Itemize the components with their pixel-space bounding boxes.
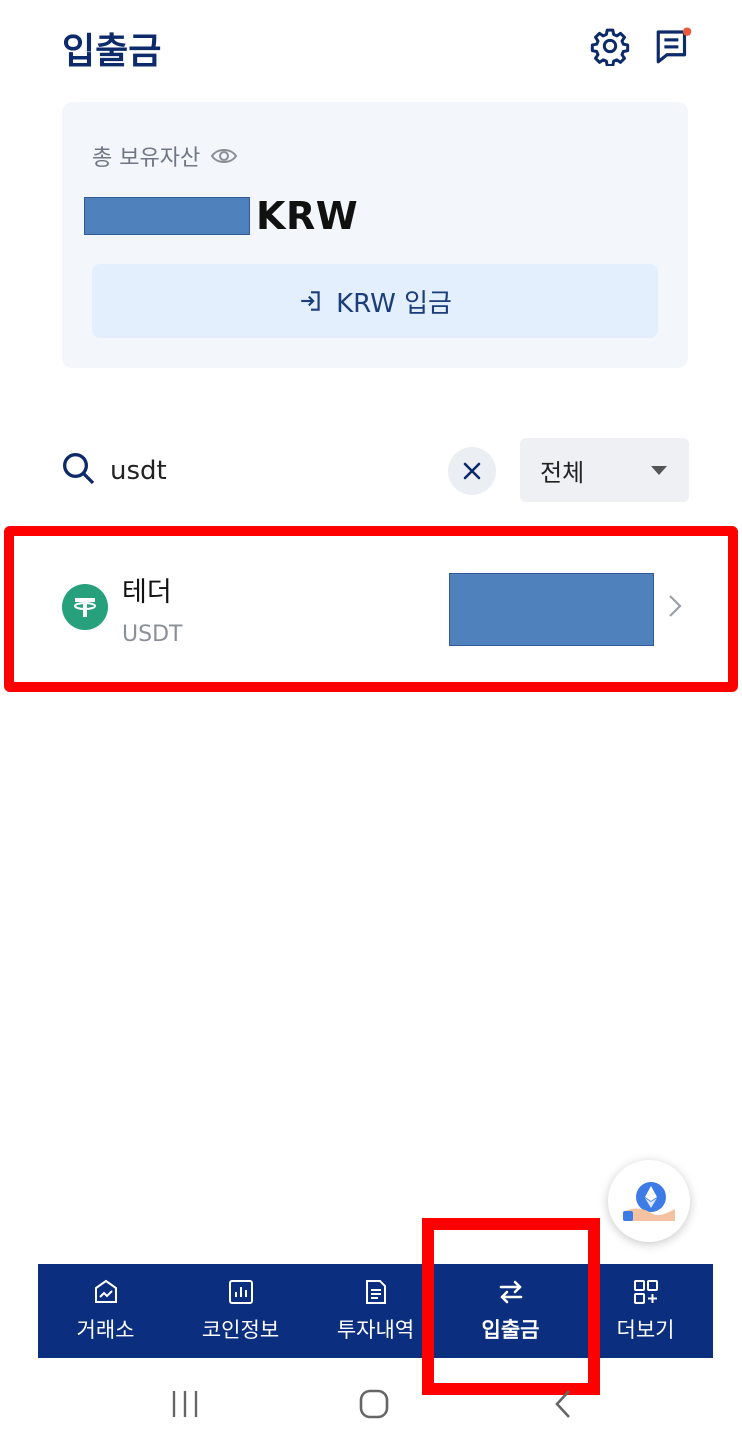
nav-label-coin-info: 코인정보 (201, 1318, 280, 1342)
transfer-arrows-icon (499, 1280, 522, 1304)
bar-chart-icon (228, 1280, 253, 1304)
clear-search-button[interactable] (448, 447, 496, 495)
gear-icon (590, 28, 630, 66)
redacted-balance (449, 573, 654, 646)
tether-logo-icon (62, 584, 108, 630)
back-icon (555, 1390, 570, 1418)
coin-symbol: USDT (122, 622, 183, 647)
total-assets-card: 총 보유자산 KRW KRW 입금 (62, 102, 688, 368)
filter-dropdown[interactable]: 전체 (520, 438, 689, 502)
total-assets-amount: KRW (84, 194, 358, 238)
coin-name: 테더 (122, 577, 172, 608)
settings-button[interactable] (588, 24, 632, 68)
krw-deposit-button[interactable]: KRW 입금 (92, 264, 658, 338)
filter-selected-label: 전체 (540, 458, 585, 487)
nav-item-investments[interactable]: 투자내역 (308, 1264, 443, 1358)
page-title: 입출금 (62, 31, 162, 72)
chevron-right-icon (662, 590, 688, 622)
close-icon (463, 462, 481, 480)
eye-icon[interactable] (210, 146, 238, 166)
login-arrow-icon (301, 291, 320, 311)
nav-item-exchange[interactable]: 거래소 (38, 1264, 173, 1358)
home-button[interactable] (344, 1382, 404, 1426)
chart-up-icon (94, 1279, 117, 1303)
ethereum-hand-icon (623, 1182, 675, 1221)
nav-label-more: 더보기 (616, 1318, 675, 1342)
nav-label-investments: 투자내역 (336, 1318, 415, 1342)
back-button[interactable] (533, 1382, 593, 1426)
nav-item-deposit-withdraw[interactable]: 입출금 (443, 1264, 578, 1358)
nav-item-more[interactable]: 더보기 (578, 1264, 713, 1358)
recent-apps-icon (172, 1391, 198, 1417)
message-icon (656, 27, 692, 64)
caret-down-icon (651, 465, 667, 475)
total-assets-label-row: 총 보유자산 (92, 140, 238, 172)
grid-plus-icon (633, 1280, 658, 1304)
krw-deposit-label: KRW 입금 (336, 288, 452, 319)
home-icon (359, 1389, 389, 1419)
floating-coin-button[interactable] (608, 1160, 690, 1242)
document-icon (365, 1280, 386, 1304)
search-icon (58, 448, 98, 488)
nav-label-deposit-withdraw: 입출금 (481, 1318, 540, 1342)
nav-item-coin-info[interactable]: 코인정보 (173, 1264, 308, 1358)
search-input[interactable] (108, 446, 432, 496)
currency-label: KRW (256, 194, 359, 238)
bottom-nav: 거래소 코인정보 투자내역 입출금 더보기 (38, 1264, 713, 1358)
recent-apps-button[interactable] (155, 1382, 215, 1426)
nav-label-exchange: 거래소 (76, 1318, 135, 1342)
redacted-amount (84, 197, 250, 235)
notice-button[interactable] (652, 24, 696, 68)
total-assets-label: 총 보유자산 (92, 146, 201, 171)
